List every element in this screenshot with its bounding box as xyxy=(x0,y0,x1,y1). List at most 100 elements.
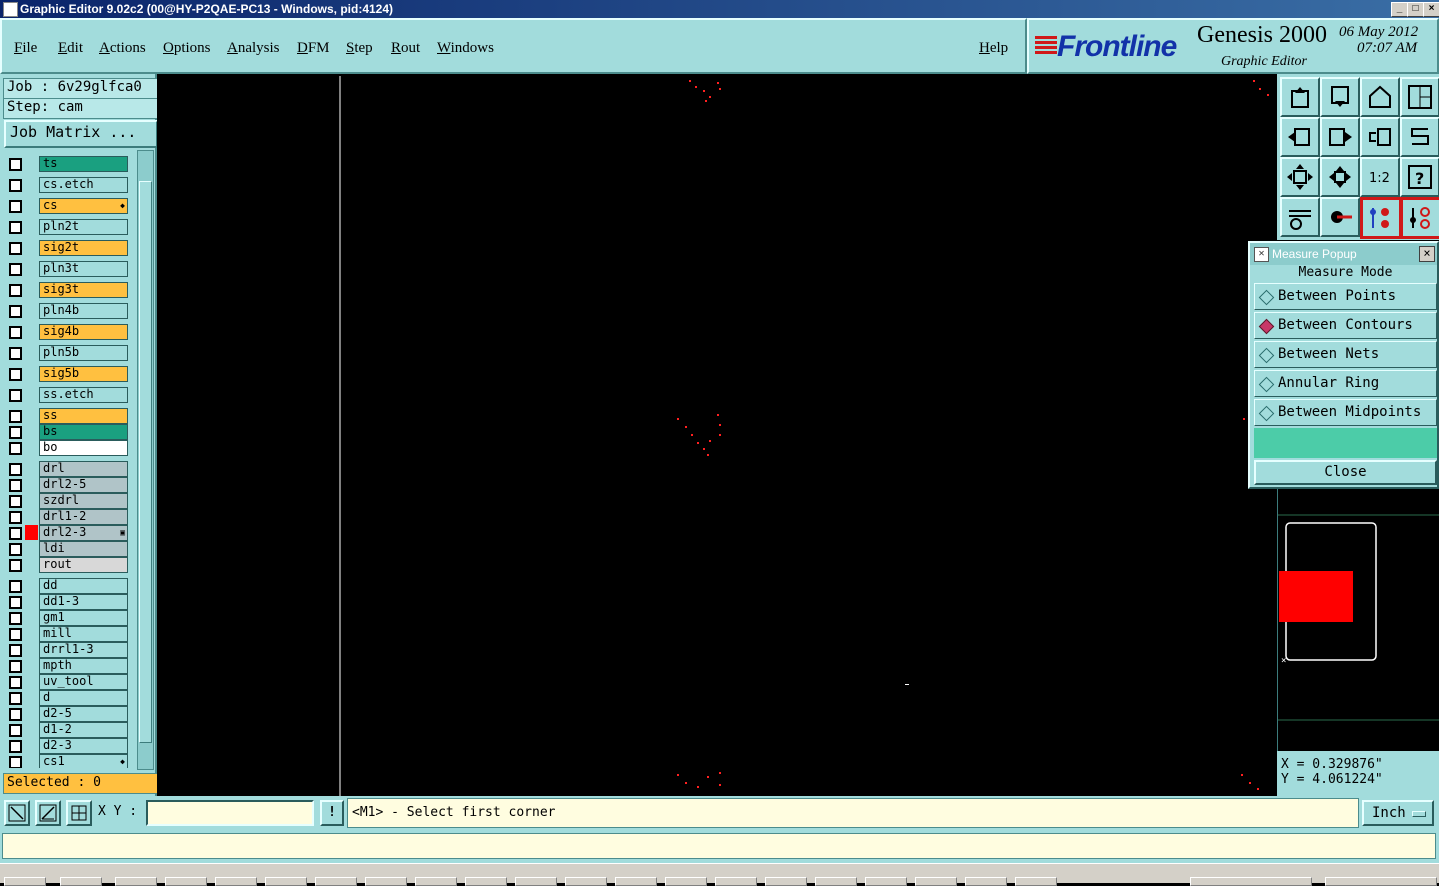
layer-name[interactable]: pln5b xyxy=(39,345,128,361)
layer-row-drl1-2[interactable]: drl1-2 xyxy=(3,509,129,525)
layer-name[interactable]: sig2t xyxy=(39,240,128,256)
taskbar-item[interactable] xyxy=(115,877,157,886)
graphic-canvas[interactable] xyxy=(157,74,1277,796)
layer-name[interactable]: d1-2 xyxy=(39,722,128,738)
layer-list[interactable]: ts cs.etch cs ◆ pln2t sig2t pln3t sig3t pln4b sig… xyxy=(3,150,129,768)
layer-row-mill[interactable]: mill xyxy=(3,626,129,642)
grid-mode-icon[interactable] xyxy=(66,800,92,826)
help-icon[interactable]: ? xyxy=(1400,157,1439,197)
layer-display-checkbox[interactable] xyxy=(9,559,22,572)
xy-input[interactable] xyxy=(146,800,314,826)
pan-right-icon[interactable] xyxy=(1320,117,1360,157)
taskbar-item[interactable] xyxy=(565,877,607,886)
layer-name[interactable]: drl2-5 xyxy=(39,477,128,493)
layer-display-checkbox[interactable] xyxy=(9,724,22,737)
layer-name[interactable]: pln2t xyxy=(39,219,128,235)
layer-display-checkbox[interactable] xyxy=(9,580,22,593)
layer-name[interactable]: sig5b xyxy=(39,366,128,382)
layer-name[interactable]: cs ◆ xyxy=(39,198,128,214)
layer-row-sig5b[interactable]: sig5b xyxy=(3,366,129,382)
layer-row-bs[interactable]: bs xyxy=(3,424,129,440)
minimize-button[interactable]: _ xyxy=(1391,2,1408,17)
overview-map[interactable]: × xyxy=(1277,489,1439,751)
layer-display-checkbox[interactable] xyxy=(9,284,22,297)
menu-edit[interactable]: Edit xyxy=(58,40,83,57)
measure-close-button[interactable]: Close xyxy=(1254,460,1437,485)
layer-name[interactable]: d xyxy=(39,690,128,706)
zoom-down-icon[interactable] xyxy=(1320,77,1360,117)
layer-row-uv-tool[interactable]: uv_tool xyxy=(3,674,129,690)
option-between-midpoints[interactable]: Between Midpoints xyxy=(1254,399,1437,426)
layer-display-checkbox[interactable] xyxy=(9,347,22,360)
layer-display-checkbox[interactable] xyxy=(9,221,22,234)
layer-row-sig4b[interactable]: sig4b xyxy=(3,324,129,340)
layer-display-checkbox[interactable] xyxy=(9,644,22,657)
execute-button[interactable]: ! xyxy=(320,800,344,826)
layer-display-checkbox[interactable] xyxy=(9,612,22,625)
taskbar-item[interactable] xyxy=(315,877,357,886)
layer-display-checkbox[interactable] xyxy=(9,511,22,524)
layer-display-checkbox[interactable] xyxy=(9,463,22,476)
scale-1-2-icon[interactable]: 1:2 xyxy=(1360,157,1400,197)
layer-name[interactable]: cs1 ◆ xyxy=(39,754,128,768)
layer-name[interactable]: ss xyxy=(39,408,128,424)
layer-name[interactable]: cs.etch xyxy=(39,177,128,193)
layer-row-d2-3[interactable]: d2-3 xyxy=(3,738,129,754)
layer-name[interactable]: bs xyxy=(39,424,128,440)
taskbar-item[interactable] xyxy=(215,877,257,886)
layer-row-ldi[interactable]: ldi xyxy=(3,541,129,557)
layer-display-checkbox[interactable] xyxy=(9,479,22,492)
scrollbar-thumb[interactable] xyxy=(139,181,152,743)
layer-name[interactable]: gm1 xyxy=(39,610,128,626)
layer-row-drl2-5[interactable]: drl2-5 xyxy=(3,477,129,493)
layer-display-checkbox[interactable] xyxy=(9,326,22,339)
layer-display-checkbox[interactable] xyxy=(9,368,22,381)
option-between-contours[interactable]: Between Contours xyxy=(1254,312,1437,339)
layer-display-checkbox[interactable] xyxy=(9,179,22,192)
close-window-button[interactable]: × xyxy=(1423,2,1439,17)
layer-display-checkbox[interactable] xyxy=(9,527,22,540)
layer-name[interactable]: mpth xyxy=(39,658,128,674)
window-title-bar[interactable]: Graphic Editor 9.02c2 (00@HY-P2QAE-PC13 … xyxy=(0,0,1439,18)
menu-windows[interactable]: Windows xyxy=(437,40,494,57)
taskbar-item[interactable] xyxy=(265,877,307,886)
layer-name[interactable]: ss.etch xyxy=(39,387,128,403)
taskbar-item[interactable] xyxy=(515,877,557,886)
layer-name[interactable]: d2-5 xyxy=(39,706,128,722)
layer-row-mpth[interactable]: mpth xyxy=(3,658,129,674)
angle-mode-icon[interactable] xyxy=(35,800,61,826)
menu-actions[interactable]: Actions xyxy=(99,40,146,57)
taskbar-item[interactable] xyxy=(1015,877,1057,886)
layer-display-checkbox[interactable] xyxy=(9,158,22,171)
taskbar-item[interactable] xyxy=(665,877,707,886)
taskbar-item[interactable] xyxy=(715,877,757,886)
taskbar-item[interactable] xyxy=(915,877,957,886)
layer-display-checkbox[interactable] xyxy=(9,660,22,673)
layer-list-scrollbar[interactable] xyxy=(137,150,154,770)
layer-row-pln5b[interactable]: pln5b xyxy=(3,345,129,361)
menu-analysis[interactable]: Analysis xyxy=(227,40,280,57)
layer-row-drl[interactable]: drl xyxy=(3,461,129,477)
option-annular-ring[interactable]: Annular Ring xyxy=(1254,370,1437,397)
layer-name[interactable]: uv_tool xyxy=(39,674,128,690)
layer-name[interactable]: drl1-2 xyxy=(39,509,128,525)
layer-name[interactable]: szdrl xyxy=(39,493,128,509)
taskbar-item[interactable] xyxy=(165,877,207,886)
menu-step[interactable]: Step xyxy=(346,40,373,57)
layer-row-ss[interactable]: ss xyxy=(3,408,129,424)
pan-left-icon[interactable] xyxy=(1280,117,1320,157)
layer-name[interactable]: mill xyxy=(39,626,128,642)
layer-row-pln3t[interactable]: pln3t xyxy=(3,261,129,277)
option-between-points[interactable]: Between Points xyxy=(1254,283,1437,310)
layer-row-ts[interactable]: ts xyxy=(3,156,129,172)
split-view-icon[interactable] xyxy=(1400,77,1439,117)
taskbar-item[interactable] xyxy=(765,877,807,886)
layer-name[interactable]: drl2-3 ▣ xyxy=(39,525,128,541)
measure-popup-title[interactable]: Measure Popup xyxy=(1250,243,1437,265)
layer-display-checkbox[interactable] xyxy=(9,543,22,556)
popup-close-icon[interactable]: × xyxy=(1419,246,1435,262)
layer-row-sig3t[interactable]: sig3t xyxy=(3,282,129,298)
layer-row-rout[interactable]: rout xyxy=(3,557,129,573)
layer-display-checkbox[interactable] xyxy=(9,756,22,768)
layer-row-dd1-3[interactable]: dd1-3 xyxy=(3,594,129,610)
